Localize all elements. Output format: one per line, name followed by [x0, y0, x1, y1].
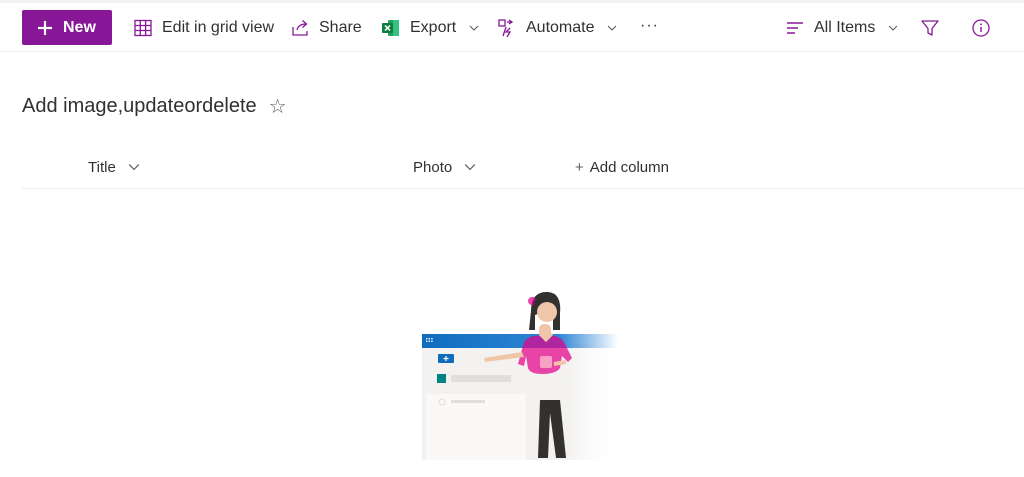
empty-list-illustration: [422, 291, 618, 460]
automate-button[interactable]: Automate: [497, 14, 617, 42]
chevron-down-icon: [888, 25, 898, 31]
column-header-label: Photo: [413, 158, 453, 176]
share-icon: [292, 20, 308, 36]
header-divider: [22, 188, 1024, 189]
add-icon: +: [575, 158, 584, 176]
new-button[interactable]: New: [22, 10, 112, 45]
automate-icon: [498, 19, 514, 38]
more-options-button[interactable]: ···: [640, 12, 659, 40]
edit-grid-view-button[interactable]: Edit in grid view: [133, 14, 274, 42]
command-bar: New Edit in grid view Share Export Autom…: [0, 0, 1024, 52]
column-header-title[interactable]: Title: [88, 156, 140, 178]
view-switcher-label: All Items: [814, 19, 876, 36]
chevron-down-icon: [128, 164, 140, 171]
grid-icon: [134, 19, 152, 37]
edit-grid-view-label: Edit in grid view: [162, 19, 275, 36]
share-label: Share: [319, 19, 362, 36]
add-icon: [38, 20, 52, 35]
column-header-photo[interactable]: Photo: [413, 156, 476, 178]
filter-icon: [921, 20, 939, 36]
share-button[interactable]: Share: [290, 14, 362, 42]
export-button[interactable]: Export: [381, 14, 479, 42]
filter-button[interactable]: [920, 14, 940, 42]
details-pane-button[interactable]: [971, 14, 991, 42]
chevron-down-icon: [608, 25, 617, 31]
info-icon: [972, 19, 990, 37]
more-icon: ···: [640, 17, 659, 34]
favorite-star-icon[interactable]: ☆: [269, 94, 287, 119]
chevron-down-icon: [469, 25, 479, 31]
list-header: Add image,updateordelete ☆: [22, 94, 287, 119]
export-label: Export: [410, 19, 457, 36]
new-button-label: New: [63, 18, 96, 36]
page-title: Add image,updateordelete: [22, 95, 257, 117]
chevron-down-icon: [464, 164, 476, 171]
excel-icon: [382, 20, 399, 36]
automate-label: Automate: [526, 19, 595, 36]
list-view-icon: [787, 22, 803, 34]
view-switcher-button[interactable]: All Items: [785, 14, 898, 42]
column-header-label: Title: [88, 158, 116, 176]
add-column-button[interactable]: + Add column: [575, 156, 669, 178]
add-column-label: Add column: [589, 158, 669, 176]
